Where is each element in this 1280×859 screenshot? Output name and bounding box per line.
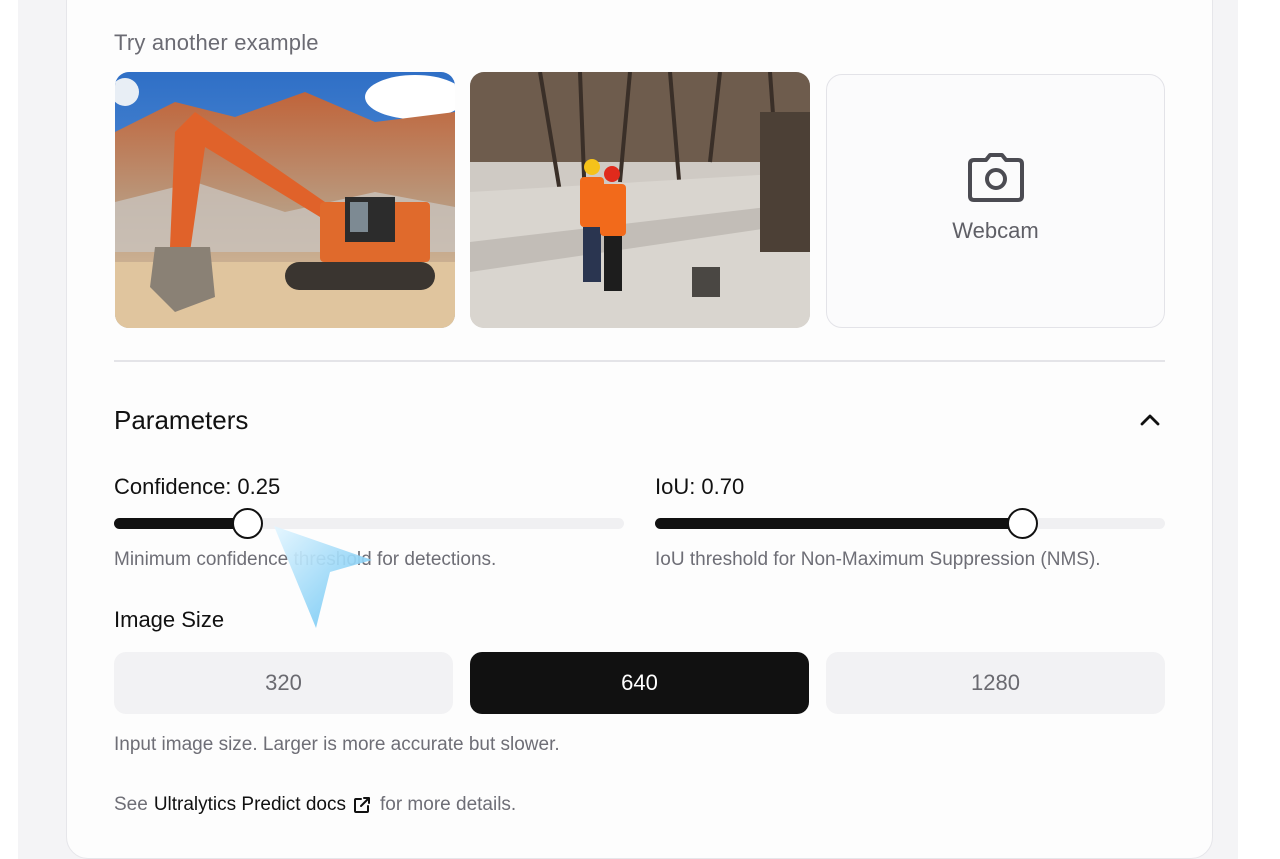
webcam-option[interactable]: Webcam <box>826 74 1165 328</box>
predict-docs-link[interactable]: Ultralytics Predict docs <box>154 794 346 816</box>
external-link-icon[interactable] <box>352 795 372 815</box>
image-size-option-320[interactable]: 320 <box>114 652 453 714</box>
image-size-title: Image Size <box>114 607 225 632</box>
camera-icon <box>967 153 1024 202</box>
footer-suffix: for more details. <box>379 794 517 815</box>
example-image-excavator[interactable] <box>115 72 455 328</box>
image-size-helper: Input image size. Larger is more accurat… <box>114 734 560 755</box>
iou-value: 0.70 <box>701 474 745 499</box>
confidence-slider-fill <box>114 518 247 529</box>
chevron-up-icon <box>1140 414 1160 426</box>
confidence-label: Confidence: 0.25 <box>114 474 280 500</box>
examples-heading: Try another example <box>114 30 319 55</box>
image-size-option-1280[interactable]: 1280 <box>826 652 1165 714</box>
webcam-label: Webcam <box>952 218 1039 243</box>
image-size-option-640[interactable]: 640 <box>470 652 809 714</box>
iou-label: IoU: 0.70 <box>655 474 744 500</box>
confidence-slider-thumb[interactable] <box>231 508 263 539</box>
iou-slider[interactable] <box>655 508 1165 539</box>
section-divider <box>114 360 1165 362</box>
cursor-pointer-icon <box>274 526 372 628</box>
iou-label-text: IoU: <box>655 474 696 499</box>
confidence-value: 0.25 <box>237 474 281 499</box>
excavator-photo <box>115 72 455 328</box>
parameters-title: Parameters <box>114 405 249 435</box>
iou-helper: IoU threshold for Non-Maximum Suppressio… <box>655 549 1101 570</box>
footer-prefix: See <box>114 794 148 815</box>
docs-footer: See Ultralytics Predict docs for more de… <box>114 794 516 816</box>
collapse-parameters-button[interactable] <box>1136 408 1164 432</box>
confidence-label-text: Confidence: <box>114 474 232 499</box>
iou-slider-fill <box>655 518 1023 529</box>
iou-slider-thumb[interactable] <box>1007 508 1039 539</box>
construction-photo <box>470 72 810 328</box>
example-image-construction-site[interactable] <box>470 72 810 328</box>
